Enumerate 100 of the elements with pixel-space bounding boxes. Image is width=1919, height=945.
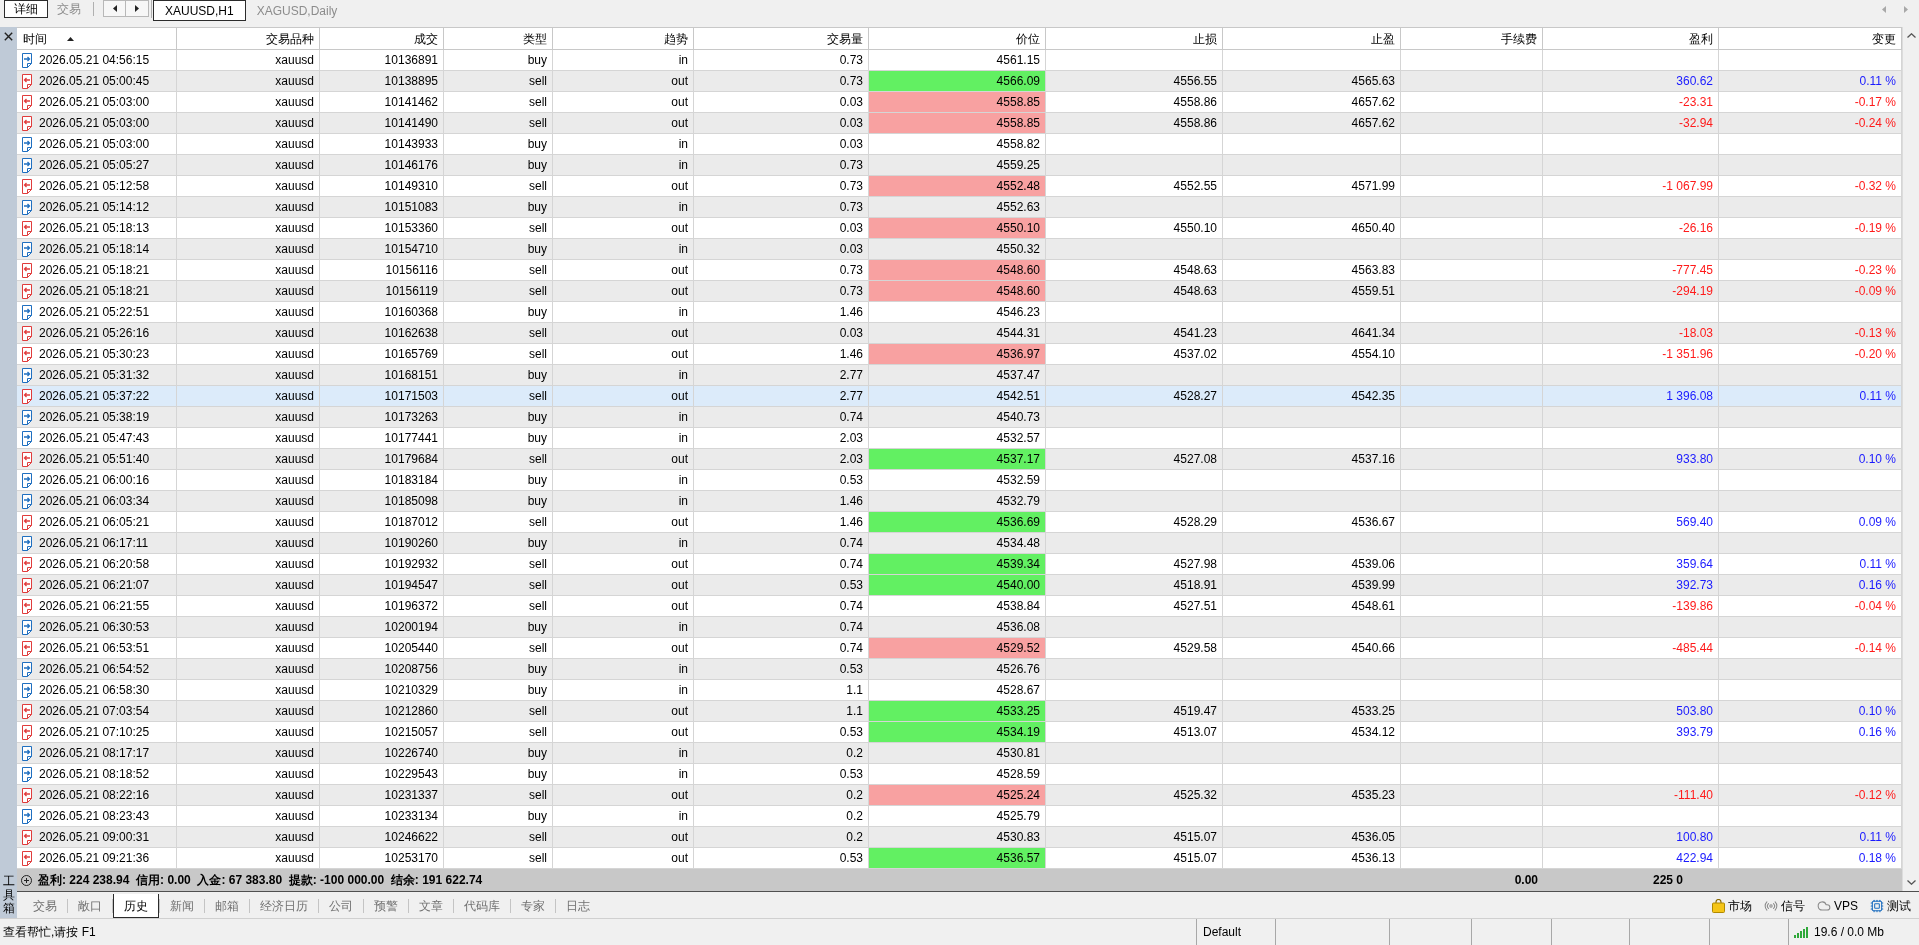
column-header[interactable]: 趋势: [553, 27, 694, 50]
take-profit-text: 4657.62: [1351, 96, 1395, 108]
table-row[interactable]: 2026.05.21 07:03:54 xauusd 10212860 sell out 1.1 4533.25 4519.47 4533.25 503.80 0.10 %: [17, 701, 1902, 722]
table-row[interactable]: 2026.05.21 08:22:16 xauusd 10231337 sell out 0.2 4525.24 4525.32 4535.23 -111.40 -0.12 %: [17, 785, 1902, 806]
chart-tab[interactable]: XAUUSD,H1: [153, 0, 246, 21]
type-text: sell: [529, 600, 547, 612]
table-row[interactable]: 2026.05.21 09:00:31 xauusd 10246622 sell out 0.2 4530.83 4515.07 4536.05 100.80 0.11 %: [17, 827, 1902, 848]
column-header[interactable]: 交易量: [694, 27, 869, 50]
view-tab[interactable]: 详细: [4, 0, 48, 18]
stop-loss-text: 4527.08: [1173, 453, 1217, 465]
table-row[interactable]: 2026.05.21 05:51:40 xauusd 10179684 sell out 2.03 4537.17 4527.08 4537.16 933.80 0.10 %: [17, 449, 1902, 470]
table-row[interactable]: 2026.05.21 06:30:53 xauusd 10200194 buy in 0.74 4536.08: [17, 617, 1902, 638]
column-header[interactable]: 成交: [320, 27, 444, 50]
table-row[interactable]: 2026.05.21 06:54:52 xauusd 10208756 buy in 0.53 4526.76: [17, 659, 1902, 680]
stop-loss-text: 4515.07: [1173, 831, 1217, 843]
deal-time: 2026.05.21 06:54:52: [39, 663, 150, 675]
panel-tab[interactable]: 代码库: [454, 894, 510, 918]
column-header[interactable]: 价位: [869, 27, 1046, 50]
deal-number: 10183184: [384, 474, 438, 486]
toolbar-button[interactable]: 测试: [1870, 899, 1911, 913]
type-text: sell: [529, 642, 547, 654]
take-profit-text: 4539.06: [1351, 558, 1395, 570]
scroll-up-icon[interactable]: [1906, 33, 1916, 38]
panel-tab[interactable]: 交易: [23, 894, 67, 918]
close-icon[interactable]: [4, 32, 13, 41]
panel-tab[interactable]: 公司: [319, 894, 363, 918]
panel-tab[interactable]: 历史: [113, 894, 159, 918]
scrollbar[interactable]: [1902, 27, 1919, 891]
table-row[interactable]: 2026.05.21 05:30:23 xauusd 10165769 sell out 1.46 4536.97 4537.02 4554.10 -1 351.96 -0.20 %: [17, 344, 1902, 365]
symbol-text: xauusd: [275, 348, 314, 360]
table-row[interactable]: 2026.05.21 06:58:30 xauusd 10210329 buy in 1.1 4528.67: [17, 680, 1902, 701]
toolbox-title: 工具箱: [2, 875, 15, 915]
table-row[interactable]: 2026.05.21 05:00:45 xauusd 10138895 sell out 0.73 4566.09 4556.55 4565.63 360.62 0.11 %: [17, 71, 1902, 92]
stop-loss-text: 4541.23: [1173, 327, 1217, 339]
table-row[interactable]: 2026.05.21 05:47:43 xauusd 10177441 buy in 2.03 4532.57: [17, 428, 1902, 449]
toolbar-button[interactable]: 市场: [1712, 899, 1752, 913]
table-row[interactable]: 2026.05.21 05:18:13 xauusd 10153360 sell out 0.03 4550.10 4550.10 4650.40 -26.16 -0.19 %: [17, 218, 1902, 239]
column-header[interactable]: 止损: [1046, 27, 1223, 50]
panel-tab[interactable]: 日志: [556, 894, 600, 918]
table-row[interactable]: 2026.05.21 06:21:07 xauusd 10194547 sell out 0.53 4540.00 4518.91 4539.99 392.73 0.16 %: [17, 575, 1902, 596]
price-cell: 4534.19: [869, 722, 1046, 743]
table-row[interactable]: 2026.05.21 05:18:14 xauusd 10154710 buy in 0.03 4550.32: [17, 239, 1902, 260]
volume-text: 0.74: [839, 537, 863, 549]
table-row[interactable]: 2026.05.21 05:38:19 xauusd 10173263 buy in 0.74 4540.73: [17, 407, 1902, 428]
table-row[interactable]: 2026.05.21 07:10:25 xauusd 10215057 sell out 0.53 4534.19 4513.07 4534.12 393.79 0.16 %: [17, 722, 1902, 743]
symbol-text: xauusd: [275, 831, 314, 843]
panel-tab[interactable]: 预警: [364, 894, 408, 918]
panel-tab[interactable]: 新闻: [160, 894, 204, 918]
column-header[interactable]: 交易品种: [177, 27, 320, 50]
table-row[interactable]: 2026.05.21 05:05:27 xauusd 10146176 buy in 0.73 4559.25: [17, 155, 1902, 176]
panel-tab[interactable]: 经济日历: [250, 894, 318, 918]
table-row[interactable]: 2026.05.21 05:18:21 xauusd 10156119 sell out 0.73 4548.60 4548.63 4559.51 -294.19 -0.09 %: [17, 281, 1902, 302]
column-header[interactable]: 手续费: [1401, 27, 1543, 50]
column-header[interactable]: 类型: [444, 27, 553, 50]
panel-tab[interactable]: 邮箱: [205, 894, 249, 918]
document-arrow-right-icon: [21, 199, 33, 215]
column-header[interactable]: 变更: [1719, 27, 1902, 50]
table-row[interactable]: 2026.05.21 05:03:00 xauusd 10141462 sell out 0.03 4558.85 4558.86 4657.62 -23.31 -0.17 %: [17, 92, 1902, 113]
deal-time: 2026.05.21 06:30:53: [39, 621, 150, 633]
table-row[interactable]: 2026.05.21 05:12:58 xauusd 10149310 sell out 0.73 4552.48 4552.55 4571.99 -1 067.99 -0.32 %: [17, 176, 1902, 197]
volume-text: 0.03: [839, 327, 863, 339]
type-text: sell: [529, 831, 547, 843]
change-text: 0.16 %: [1858, 726, 1896, 738]
column-header[interactable]: 盈利: [1543, 27, 1719, 50]
table-row[interactable]: 2026.05.21 06:21:55 xauusd 10196372 sell out 0.74 4538.84 4527.51 4548.61 -139.86 -0.04 %: [17, 596, 1902, 617]
table-row[interactable]: 2026.05.21 06:17:11 xauusd 10190260 buy in 0.74 4534.48: [17, 533, 1902, 554]
table-row[interactable]: 2026.05.21 05:03:00 xauusd 10141490 sell out 0.03 4558.85 4558.86 4657.62 -32.94 -0.24 %: [17, 113, 1902, 134]
table-row[interactable]: 2026.05.21 09:21:36 xauusd 10253170 sell out 0.53 4536.57 4515.07 4536.13 422.94 0.18 %: [17, 848, 1902, 869]
table-row[interactable]: 2026.05.21 06:53:51 xauusd 10205440 sell out 0.74 4529.52 4529.58 4540.66 -485.44 -0.14 %: [17, 638, 1902, 659]
volume-text: 0.2: [846, 789, 863, 801]
table-row[interactable]: 2026.05.21 08:18:52 xauusd 10229543 buy in 0.53 4528.59: [17, 764, 1902, 785]
table-row[interactable]: 2026.05.21 05:18:21 xauusd 10156116 sell out 0.73 4548.60 4548.63 4563.83 -777.45 -0.23 %: [17, 260, 1902, 281]
toolbar-button[interactable]: 信号: [1764, 899, 1805, 913]
document-arrow-right-icon: [21, 430, 33, 446]
table-row[interactable]: 2026.05.21 06:05:21 xauusd 10187012 sell out 1.46 4536.69 4528.29 4536.67 569.40 0.09 %: [17, 512, 1902, 533]
table-row[interactable]: 2026.05.21 06:00:16 xauusd 10183184 buy in 0.53 4532.59: [17, 470, 1902, 491]
table-row[interactable]: 2026.05.21 05:37:22 xauusd 10171503 sell out 2.77 4542.51 4528.27 4542.35 1 396.08 0.11 %: [17, 386, 1902, 407]
table-row[interactable]: 2026.05.21 05:26:16 xauusd 10162638 sell out 0.03 4544.31 4541.23 4641.34 -18.03 -0.13 %: [17, 323, 1902, 344]
document-arrow-right-icon: [21, 304, 33, 320]
table-row[interactable]: 2026.05.21 08:17:17 xauusd 10226740 buy in 0.2 4530.81: [17, 743, 1902, 764]
table-row[interactable]: 2026.05.21 08:23:43 xauusd 10233134 buy in 0.2 4525.79: [17, 806, 1902, 827]
deal-number: 10149310: [384, 180, 438, 192]
panel-tab[interactable]: 专家: [511, 894, 555, 918]
table-row[interactable]: 2026.05.21 05:22:51 xauusd 10160368 buy in 1.46 4546.23: [17, 302, 1902, 323]
table-row[interactable]: 2026.05.21 04:56:15 xauusd 10136891 buy in 0.73 4561.15: [17, 50, 1902, 71]
change-text: 0.10 %: [1858, 705, 1896, 717]
table-row[interactable]: 2026.05.21 06:20:58 xauusd 10192932 sell out 0.74 4539.34 4527.98 4539.06 359.64 0.11 %: [17, 554, 1902, 575]
scroll-down-icon[interactable]: [1906, 880, 1916, 885]
panel-tab[interactable]: 文章: [409, 894, 453, 918]
panel-tab[interactable]: 敞口: [68, 894, 112, 918]
table-row[interactable]: 2026.05.21 05:14:12 xauusd 10151083 buy in 0.73 4552.63: [17, 197, 1902, 218]
expand-plus-icon[interactable]: [21, 874, 32, 886]
table-row[interactable]: 2026.05.21 06:03:34 xauusd 10185098 buy in 1.46 4532.79: [17, 491, 1902, 512]
document-arrow-left-icon: [21, 850, 33, 866]
column-header[interactable]: 时间: [17, 27, 177, 50]
direction-text: in: [678, 684, 688, 696]
table-row[interactable]: 2026.05.21 05:31:32 xauusd 10168151 buy in 2.77 4537.47: [17, 365, 1902, 386]
table-row[interactable]: 2026.05.21 05:03:00 xauusd 10143933 buy in 0.03 4558.82: [17, 134, 1902, 155]
toolbar-button[interactable]: VPS: [1817, 899, 1858, 913]
column-header[interactable]: 止盈: [1223, 27, 1401, 50]
